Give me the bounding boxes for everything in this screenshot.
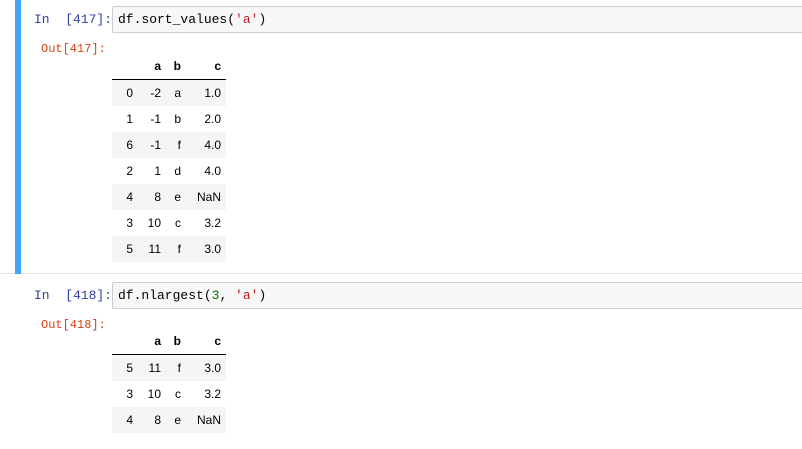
cell-b: d <box>174 164 181 178</box>
cell-b: f <box>177 242 181 256</box>
table-row: 3 10 c 3.2 <box>112 210 226 236</box>
table-row: 4 8 e NaN <box>112 407 226 433</box>
table-header-row: a b c <box>112 53 226 80</box>
cell-a: 10 <box>147 216 161 230</box>
cell-c: NaN <box>196 413 221 427</box>
cell-b: a <box>174 86 181 100</box>
table-row: 6 -1 f 4.0 <box>112 132 226 158</box>
code-text: df.sort_values( <box>118 12 236 27</box>
cell-b: b <box>174 112 181 126</box>
row-index: 4 <box>126 413 133 427</box>
cell-a: -2 <box>150 86 161 100</box>
table-row: 1 -1 b 2.0 <box>112 106 226 132</box>
cell-c: 3.0 <box>204 242 221 256</box>
column-header-c: c <box>186 328 226 355</box>
column-header-a: a <box>138 53 166 80</box>
cell-c: NaN <box>196 190 221 204</box>
cell-a: 8 <box>154 413 161 427</box>
row-index: 6 <box>126 138 133 152</box>
code-string: 'a' <box>235 288 259 303</box>
row-index: 5 <box>126 242 133 256</box>
code-cell-418[interactable]: In [418]: df.nlargest(3, 'a') Out[418]: … <box>0 274 802 449</box>
table-row: 2 1 d 4.0 <box>112 158 226 184</box>
code-text: ) <box>258 12 267 27</box>
table-header-row: a b c <box>112 328 226 355</box>
cell-a: -1 <box>150 112 161 126</box>
row-index: 2 <box>126 164 133 178</box>
column-header-b: b <box>166 53 186 80</box>
code-string: 'a' <box>235 12 259 27</box>
row-index: 5 <box>126 361 133 375</box>
output-prompt: Out[417]: <box>41 42 106 56</box>
cell-c: 3.2 <box>204 216 221 230</box>
table-row: 4 8 e NaN <box>112 184 226 210</box>
cell-c: 3.0 <box>204 361 221 375</box>
cell-selection-bar <box>15 0 21 274</box>
code-input[interactable]: df.nlargest(3, 'a') <box>112 282 802 309</box>
index-header <box>112 53 138 80</box>
cell-c: 4.0 <box>204 138 221 152</box>
row-index: 3 <box>126 216 133 230</box>
output-prompt: Out[418]: <box>41 318 106 332</box>
code-text: ) <box>258 288 267 303</box>
table-row: 3 10 c 3.2 <box>112 381 226 407</box>
row-index: 0 <box>126 86 133 100</box>
cell-b: e <box>174 413 181 427</box>
dataframe-table: a b c 5 11 f 3.0 3 10 c 3.2 4 8 e NaN <box>112 328 226 433</box>
cell-c: 4.0 <box>204 164 221 178</box>
cell-c: 2.0 <box>204 112 221 126</box>
cell-c: 3.2 <box>204 387 221 401</box>
cell-a: 11 <box>148 361 161 375</box>
cell-a: 11 <box>148 242 161 256</box>
cell-b: e <box>174 190 181 204</box>
code-text: , <box>219 288 236 303</box>
cell-a: -1 <box>150 138 161 152</box>
code-cell-417[interactable]: In [417]: df.sort_values('a') Out[417]: … <box>0 0 802 274</box>
cell-b: c <box>175 387 181 401</box>
cell-b: f <box>177 138 181 152</box>
cell-a: 1 <box>154 164 161 178</box>
row-index: 1 <box>126 112 133 126</box>
cell-a: 8 <box>154 190 161 204</box>
column-header-a: a <box>138 328 166 355</box>
index-header <box>112 328 138 355</box>
dataframe-table: a b c 0 -2 a 1.0 1 -1 b 2.0 6 -1 f 4.0 2… <box>112 53 226 262</box>
row-index: 3 <box>126 387 133 401</box>
cell-c: 1.0 <box>204 86 221 100</box>
input-prompt: In [418]: <box>34 288 113 303</box>
cell-b: f <box>177 361 181 375</box>
code-text: df.nlargest( <box>118 288 212 303</box>
input-prompt: In [417]: <box>34 12 113 27</box>
column-header-b: b <box>166 328 186 355</box>
cell-a: 10 <box>147 387 161 401</box>
column-header-c: c <box>186 53 226 80</box>
cell-b: c <box>175 216 181 230</box>
table-row: 0 -2 a 1.0 <box>112 79 226 106</box>
table-row: 5 11 f 3.0 <box>112 354 226 381</box>
table-row: 5 11 f 3.0 <box>112 236 226 262</box>
code-input[interactable]: df.sort_values('a') <box>112 6 802 33</box>
row-index: 4 <box>126 190 133 204</box>
